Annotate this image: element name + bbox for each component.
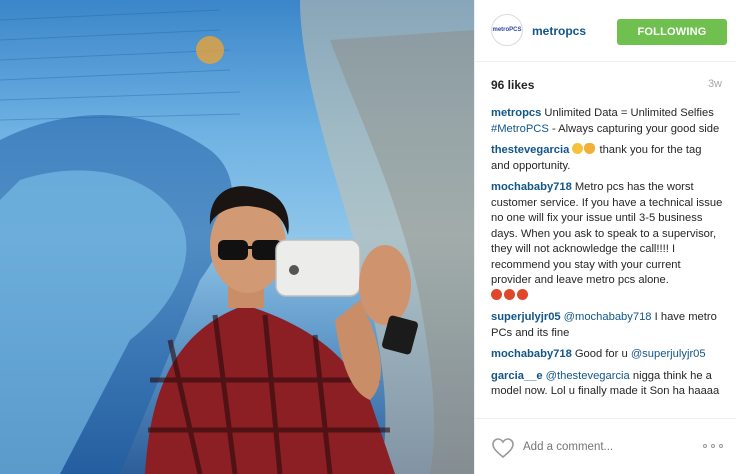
comments-list: metropcs Unlimited Data = Unlimited Selfi… xyxy=(491,106,723,406)
list-item: superjulyjr05 @mochababy718 I have metro … xyxy=(491,310,723,341)
comment-mention[interactable]: @thestevegarcia xyxy=(546,370,630,382)
comment-username[interactable]: mochababy718 xyxy=(491,348,572,360)
list-item: thestevegarcia thank you for the tag and… xyxy=(491,143,723,174)
comment-mention[interactable]: @mochababy718 xyxy=(564,311,652,323)
ok-hand-icon xyxy=(584,143,596,154)
comment-username[interactable]: mochababy718 xyxy=(491,181,572,193)
comment-username[interactable]: superjulyjr05 xyxy=(491,311,561,323)
caption-text: Unlimited Data = Unlimited Selfies xyxy=(544,107,714,119)
avatar[interactable]: metroPCS xyxy=(491,14,523,46)
post-stats: 96 likes 3w xyxy=(491,78,722,94)
more-options-icon[interactable] xyxy=(703,441,723,451)
caption-text-after: - Always capturing your good side xyxy=(551,122,720,135)
comment-username[interactable]: thestevegarcia xyxy=(491,144,569,156)
dot-icon xyxy=(719,444,723,448)
following-button[interactable]: FOLLOWING xyxy=(617,19,727,45)
selfie-photo-illustration xyxy=(0,0,474,474)
comment-text: Good for u xyxy=(574,348,628,360)
post-footer xyxy=(475,418,736,474)
dot-icon xyxy=(703,444,707,448)
post-photo[interactable] xyxy=(0,0,474,474)
list-item: garcia__e @thestevegarcia nigga think he … xyxy=(491,369,723,400)
comment-mention[interactable]: @superjulyjr05 xyxy=(631,348,706,360)
avatar-logo-text: metroPCS xyxy=(492,27,522,33)
instagram-post: metroPCS metropcs FOLLOWING 96 likes 3w … xyxy=(0,0,736,474)
grinning-face-icon xyxy=(572,143,584,154)
angry-face-icon xyxy=(517,288,528,300)
post-header: metroPCS metropcs FOLLOWING xyxy=(475,0,736,62)
post-timestamp[interactable]: 3w xyxy=(708,78,722,90)
author-username[interactable]: metropcs xyxy=(532,24,586,38)
caption-hashtag[interactable]: #MetroPCS xyxy=(491,123,549,135)
angry-face-icon xyxy=(504,288,515,300)
comment-username[interactable]: garcia__e xyxy=(491,370,543,382)
caption-username[interactable]: metropcs xyxy=(491,107,541,119)
comment-text: Metro pcs has the worst customer service… xyxy=(491,181,723,286)
likes-count[interactable]: 96 likes xyxy=(491,78,534,92)
add-comment-input[interactable] xyxy=(523,437,673,457)
caption: metropcs Unlimited Data = Unlimited Selfi… xyxy=(491,106,723,137)
list-item: mochababy718 Good for u @superjulyjr05 xyxy=(491,347,723,363)
dot-icon xyxy=(711,444,715,448)
list-item: mochababy718 Metro pcs has the worst cust… xyxy=(491,180,723,304)
angry-face-icon xyxy=(491,288,502,300)
post-sidebar: metroPCS metropcs FOLLOWING 96 likes 3w … xyxy=(474,0,736,474)
heart-outline-icon[interactable] xyxy=(491,437,515,459)
